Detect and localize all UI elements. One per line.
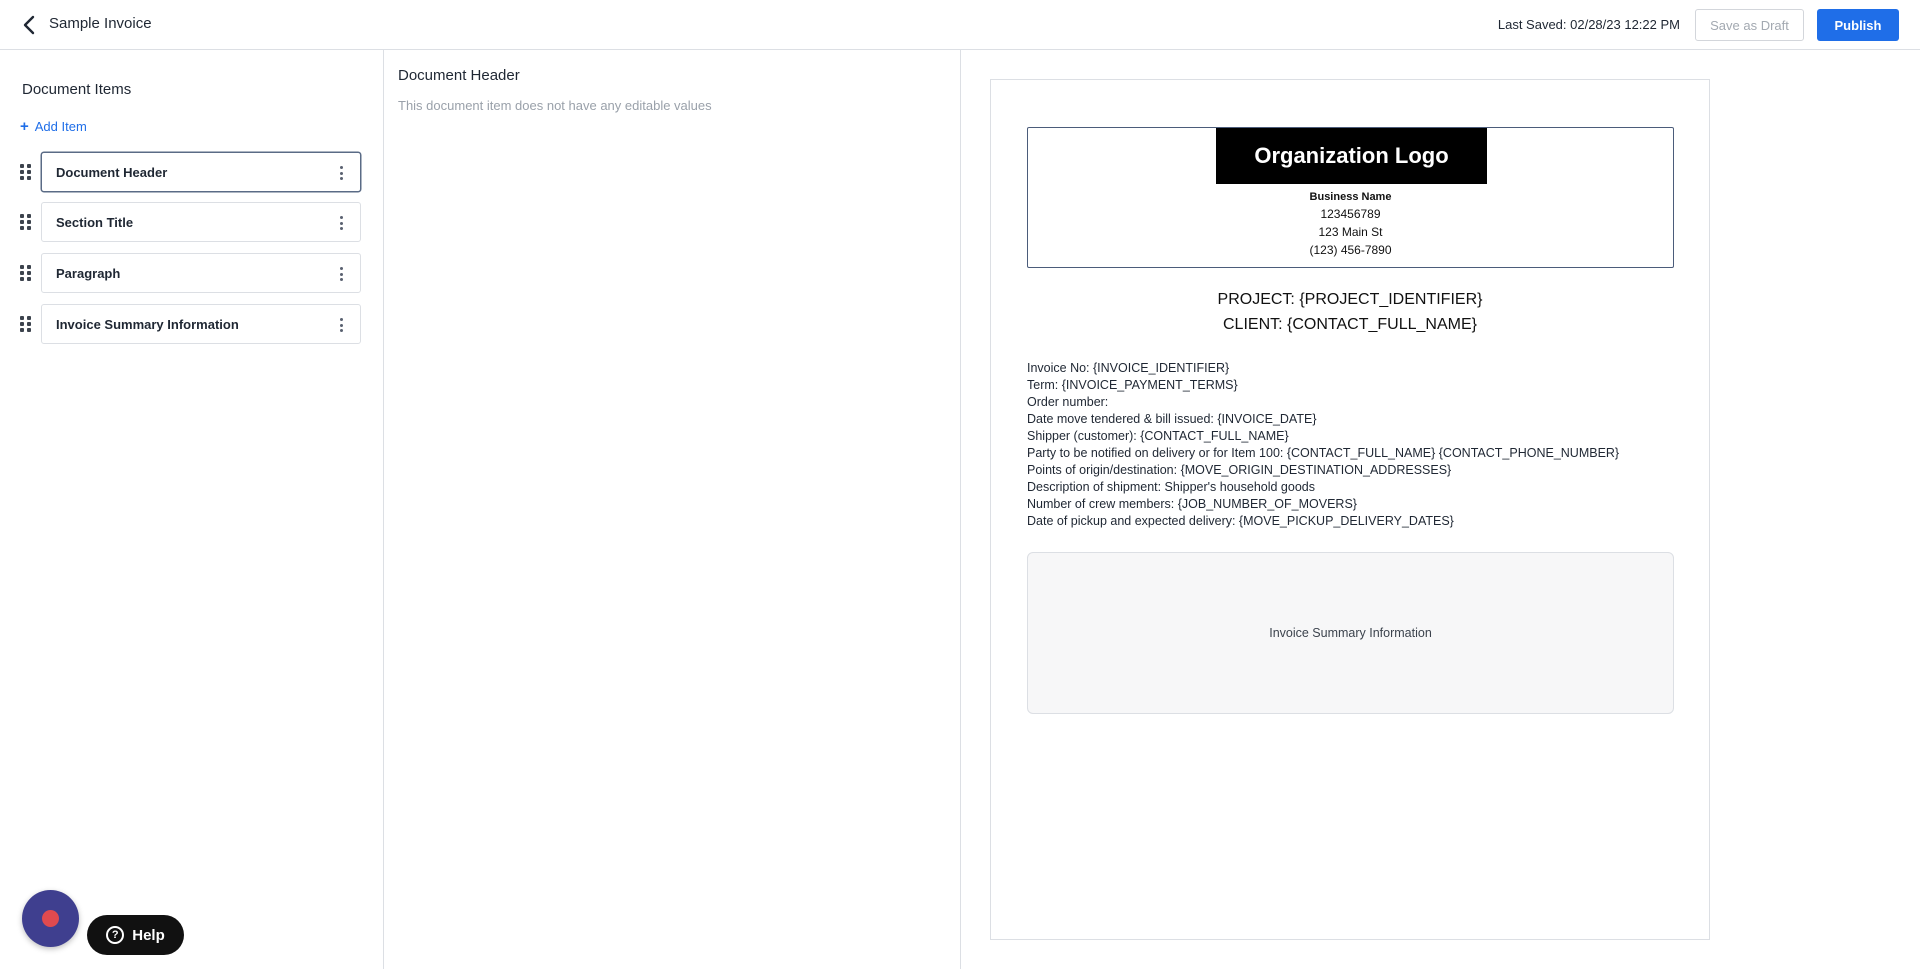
document-items-sidebar: Document Items + Add Item Document Heade… [0, 50, 384, 969]
publish-button[interactable]: Publish [1817, 9, 1899, 41]
save-as-draft-button[interactable]: Save as Draft [1695, 9, 1804, 41]
sidebar-title: Document Items [22, 81, 132, 98]
business-address: 123 Main St [1318, 225, 1383, 239]
info-line: Party to be notified on delivery or for … [1027, 446, 1620, 460]
top-bar: Sample Invoice Last Saved: 02/28/23 12:2… [0, 0, 1920, 50]
help-label: Help [132, 926, 165, 944]
document-item-section-title[interactable]: Section Title [41, 202, 361, 242]
chevron-left-icon [23, 15, 35, 35]
more-options-icon[interactable] [338, 316, 344, 334]
question-circle-icon: ? [106, 926, 125, 944]
project-line: PROJECT: {PROJECT_IDENTIFIER} [1217, 291, 1483, 308]
info-line: Description of shipment: Shipper's house… [1027, 480, 1315, 494]
document-item-paragraph[interactable]: Paragraph [41, 253, 361, 293]
document-item-label: Invoice Summary Information [56, 316, 239, 332]
business-name: Business Name [1309, 191, 1392, 203]
more-options-icon[interactable] [338, 164, 344, 182]
document-item-row: Invoice Summary Information [0, 304, 384, 344]
more-options-icon[interactable] [338, 214, 344, 232]
record-button[interactable] [22, 890, 79, 947]
add-item-label: Add Item [34, 119, 87, 134]
info-line: Invoice No: {INVOICE_IDENTIFIER} [1027, 361, 1230, 375]
more-options-icon[interactable] [338, 265, 344, 283]
client-line: CLIENT: {CONTACT_FULL_NAME} [1223, 316, 1477, 333]
invoice-summary-label: Invoice Summary Information [1269, 626, 1432, 640]
preview-page: Organization Logo Business Name 12345678… [990, 79, 1710, 940]
drag-handle-icon[interactable] [20, 265, 32, 281]
document-header-block[interactable]: Organization Logo Business Name 12345678… [1027, 127, 1674, 268]
info-line: Term: {INVOICE_PAYMENT_TERMS} [1027, 378, 1238, 392]
organization-logo: Organization Logo [1216, 128, 1487, 184]
info-line: Points of origin/destination: {MOVE_ORIG… [1027, 463, 1452, 477]
back-button[interactable] [18, 13, 40, 37]
info-line: Date of pickup and expected delivery: {M… [1027, 514, 1454, 528]
document-item-invoice-summary[interactable]: Invoice Summary Information [41, 304, 361, 344]
drag-handle-icon[interactable] [20, 164, 32, 180]
help-button[interactable]: ? Help [87, 915, 184, 955]
paragraph-block: Invoice No: {INVOICE_IDENTIFIER} Term: {… [1027, 360, 1677, 530]
info-line: Order number: [1027, 395, 1109, 409]
invoice-summary-block[interactable]: Invoice Summary Information [1027, 552, 1674, 714]
document-item-label: Paragraph [56, 265, 121, 281]
add-item-button[interactable]: + Add Item [20, 119, 87, 134]
record-dot-icon [42, 910, 59, 927]
business-phone: (123) 456-7890 [1309, 243, 1392, 257]
item-editor-panel: Document Header This document item does … [384, 50, 961, 969]
document-item-label: Document Header [56, 164, 168, 180]
document-title: Sample Invoice [49, 15, 152, 32]
document-item-row: Paragraph [0, 253, 384, 293]
plus-icon: + [20, 118, 29, 135]
business-number: 123456789 [1320, 207, 1381, 221]
info-line: Shipper (customer): {CONTACT_FULL_NAME} [1027, 429, 1289, 443]
info-line: Number of crew members: {JOB_NUMBER_OF_M… [1027, 497, 1357, 511]
editor-note: This document item does not have any edi… [398, 98, 712, 113]
drag-handle-icon[interactable] [20, 316, 32, 332]
document-item-label: Section Title [56, 214, 134, 230]
document-preview-panel: Organization Logo Business Name 12345678… [961, 50, 1920, 969]
info-line: Date move tendered & bill issued: {INVOI… [1027, 412, 1317, 426]
drag-handle-icon[interactable] [20, 214, 32, 230]
editor-title: Document Header [398, 67, 520, 84]
document-item-row: Section Title [0, 202, 384, 242]
document-item-document-header[interactable]: Document Header [41, 152, 361, 192]
document-item-row: Document Header [0, 152, 384, 192]
last-saved-status: Last Saved: 02/28/23 12:22 PM [1497, 17, 1680, 32]
